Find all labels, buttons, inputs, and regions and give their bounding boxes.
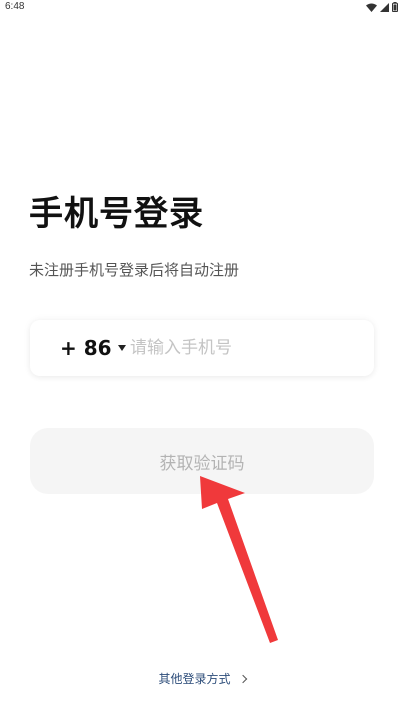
annotation-arrow [200, 476, 278, 643]
chevron-right-icon [238, 674, 247, 684]
other-login-label: 其他登录方式 [158, 672, 231, 686]
other-login-methods-link[interactable]: 其他登录方式 [0, 670, 404, 687]
